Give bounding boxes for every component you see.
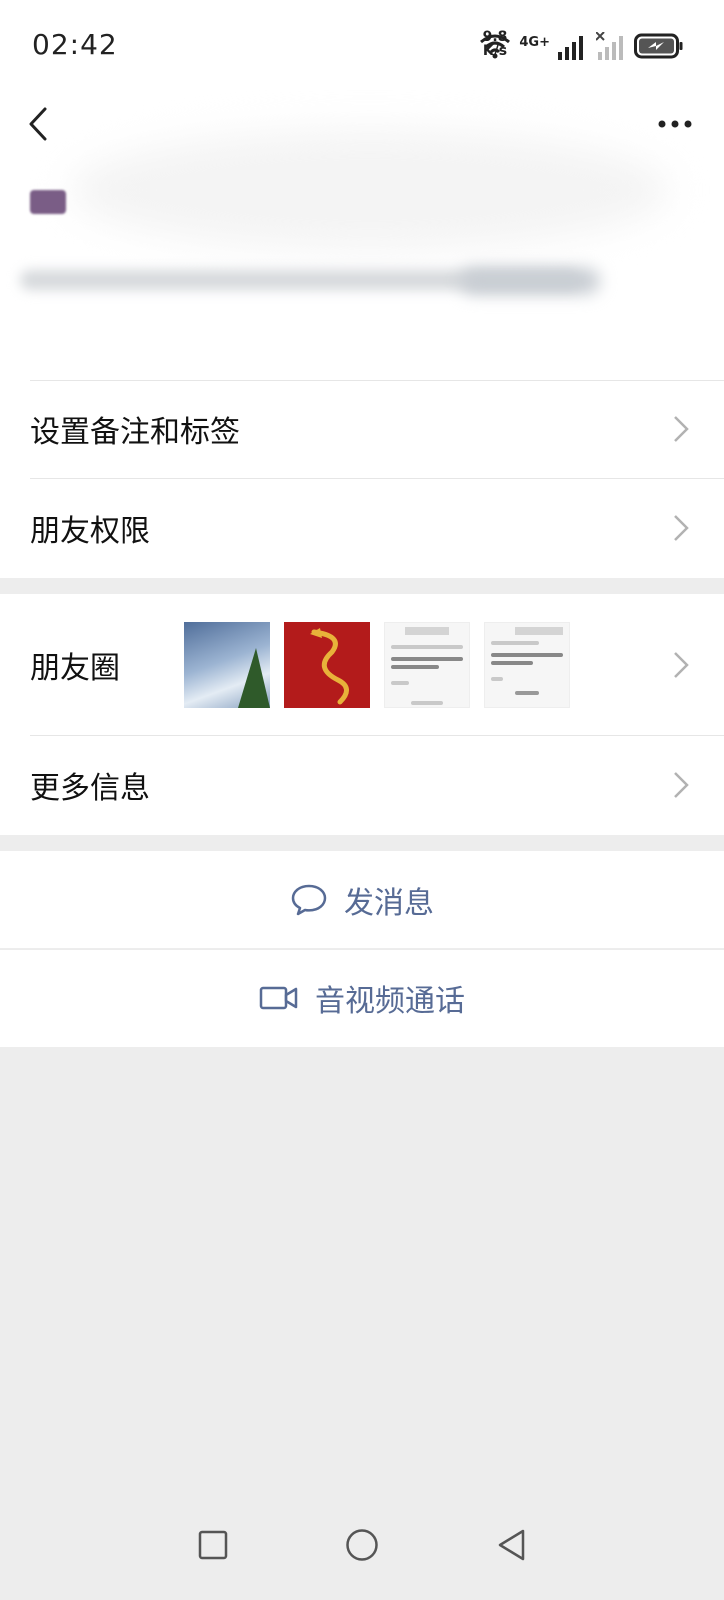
row-divider xyxy=(30,380,724,381)
moments-thumbnail-screenshot xyxy=(484,622,570,708)
status-bar: 02:42 9.8 K/s 4G+ xyxy=(0,0,724,90)
moments-thumbnail-poster xyxy=(284,622,370,708)
blurred-background xyxy=(70,130,670,250)
chevron-right-icon xyxy=(674,651,689,678)
square-icon[interactable] xyxy=(198,1530,228,1560)
network-type: 4G+ xyxy=(519,34,550,50)
triangle-back-icon[interactable] xyxy=(496,1528,526,1562)
moments-label: 朋友圈 xyxy=(30,650,120,686)
moments-thumbnail-sky xyxy=(184,622,270,708)
circle-icon[interactable] xyxy=(345,1528,379,1562)
moments-thumbnails xyxy=(184,622,570,708)
chevron-right-icon xyxy=(674,772,689,798)
set-remark-label: 设置备注和标签 xyxy=(30,415,240,450)
profile-header xyxy=(0,90,724,380)
moments-row[interactable]: 朋友圈 xyxy=(0,594,724,735)
blurred-info-accent xyxy=(460,268,600,294)
chevron-left-icon xyxy=(29,107,47,141)
row-divider xyxy=(0,949,724,950)
more-dots-icon xyxy=(658,120,692,128)
row-divider xyxy=(30,478,724,479)
more-info-row[interactable]: 更多信息 xyxy=(0,735,724,835)
system-nav-bar xyxy=(0,1490,724,1600)
moments-thumbnail-screenshot xyxy=(384,622,470,708)
more-info-label: 更多信息 xyxy=(30,771,150,806)
avatar xyxy=(30,190,66,214)
av-call-button[interactable]: 音视频通话 xyxy=(0,949,724,1047)
send-message-button[interactable]: 发消息 xyxy=(0,851,724,948)
send-message-label: 发消息 xyxy=(344,885,434,921)
row-divider xyxy=(30,735,724,736)
wifi-icon xyxy=(480,34,511,59)
signal-strength-icon xyxy=(558,36,583,60)
battery-charging-icon xyxy=(634,33,683,59)
friend-permissions-label: 朋友权限 xyxy=(30,514,150,549)
av-call-label: 音视频通话 xyxy=(315,984,465,1019)
set-remark-row[interactable]: 设置备注和标签 xyxy=(0,380,724,478)
chat-bubble-icon xyxy=(291,884,327,915)
chevron-right-icon xyxy=(674,416,689,442)
status-time: 02:42 xyxy=(32,28,118,61)
status-icons: 4G+ xyxy=(479,30,684,62)
chevron-right-icon xyxy=(674,515,689,541)
back-button[interactable] xyxy=(18,104,58,144)
friend-permissions-row[interactable]: 朋友权限 xyxy=(0,478,724,578)
signal-no-service-icon xyxy=(596,32,623,60)
video-camera-icon xyxy=(259,986,298,1010)
more-options-button[interactable] xyxy=(650,104,700,144)
